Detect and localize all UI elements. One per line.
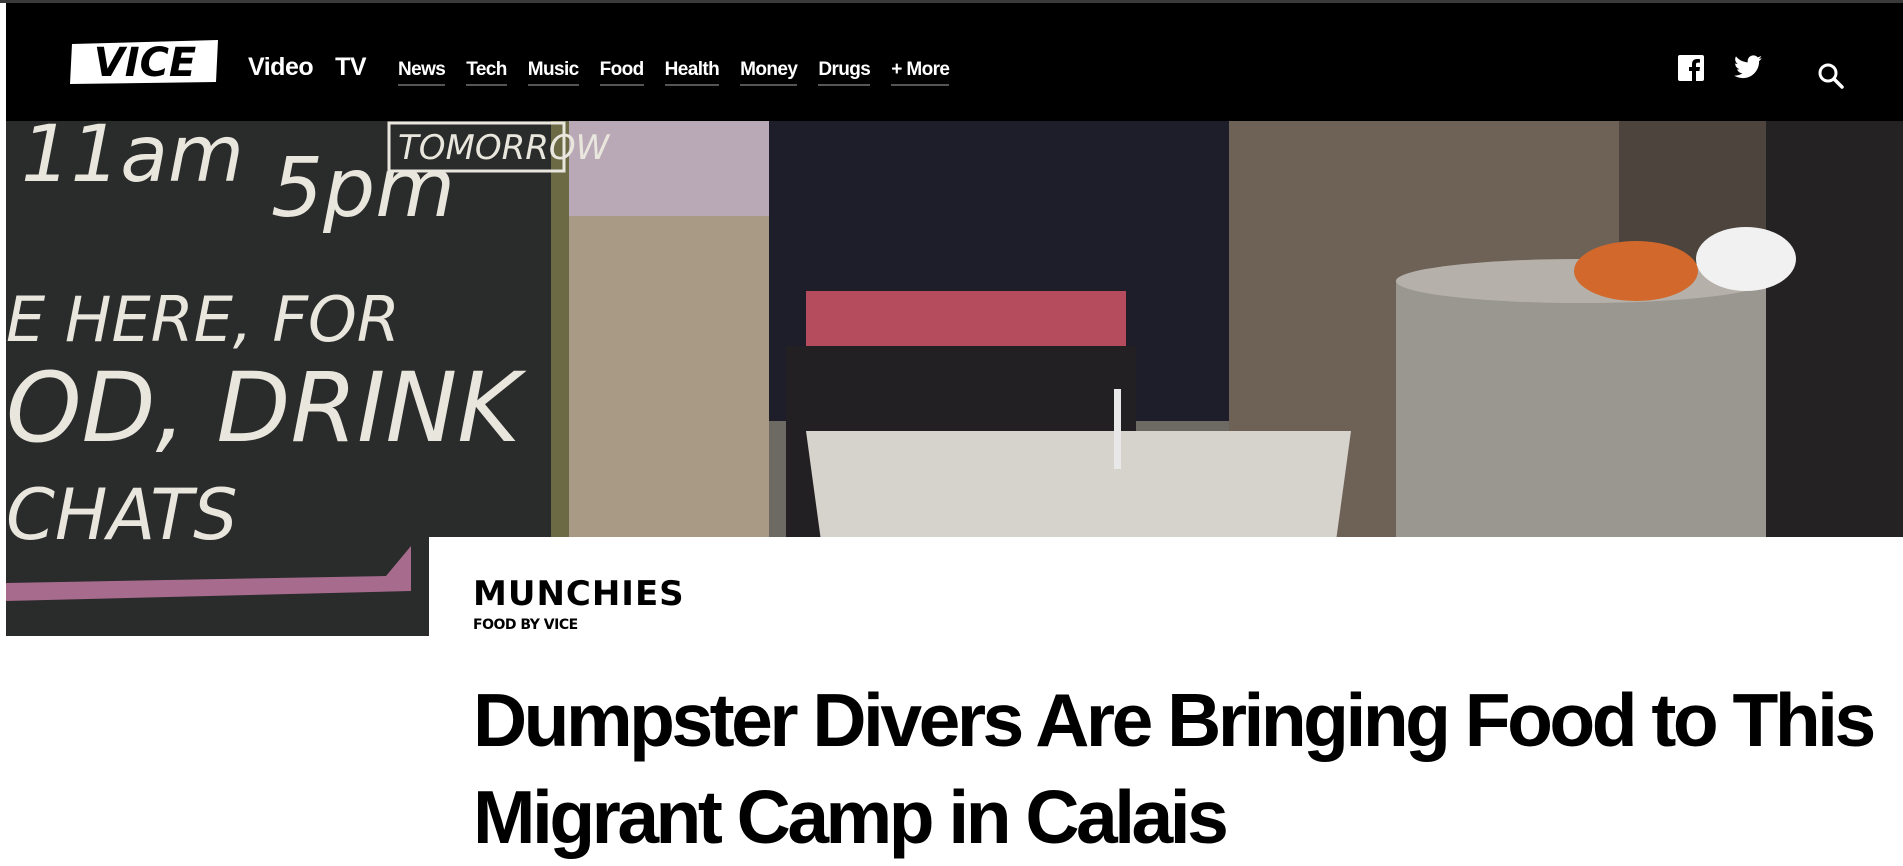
nav-food[interactable]: Food: [599, 59, 644, 86]
vice-logo-mark: VICE: [70, 40, 218, 86]
nav-drugs[interactable]: Drugs: [818, 59, 871, 86]
nav-money[interactable]: Money: [740, 59, 798, 86]
vice-logo[interactable]: VICE: [66, 33, 224, 91]
article-header-card: MUNCHIES FOOD BY VICE Dumpster Divers Ar…: [429, 537, 1903, 866]
section-nav: News Tech Music Food Health Money Drugs …: [398, 59, 950, 86]
article-headline: Dumpster Divers Are Bringing Food to Thi…: [473, 678, 1876, 859]
chalk-line-3: TOMORROW: [398, 128, 611, 168]
facebook-icon[interactable]: [1678, 55, 1704, 81]
chalk-line-6: CHATS: [6, 474, 238, 556]
nav-health[interactable]: Health: [664, 59, 720, 86]
nav-video[interactable]: Video: [248, 53, 314, 82]
primary-nav: Video TV: [248, 53, 367, 82]
munchies-brand[interactable]: MUNCHIES FOOD BY VICE: [473, 577, 685, 633]
nav-tech[interactable]: Tech: [466, 59, 507, 86]
nav-news[interactable]: News: [398, 59, 446, 86]
nav-more[interactable]: + More: [891, 59, 950, 86]
chalk-line-4: E HERE, FOR: [6, 283, 400, 356]
chalk-line-5: OD, DRINK: [6, 352, 527, 464]
brand-name: MUNCHIES: [473, 574, 685, 614]
chalk-line-1: 11am: [21, 121, 244, 200]
site-header: VICE Video TV News Tech Music Food Healt…: [6, 3, 1903, 121]
brand-tagline: FOOD BY VICE: [473, 617, 578, 633]
nav-tv[interactable]: TV: [335, 53, 366, 82]
search-icon[interactable]: [1816, 61, 1846, 91]
twitter-icon[interactable]: [1734, 55, 1762, 79]
vice-logo-text: VICE: [94, 40, 197, 86]
nav-music[interactable]: Music: [527, 59, 579, 86]
